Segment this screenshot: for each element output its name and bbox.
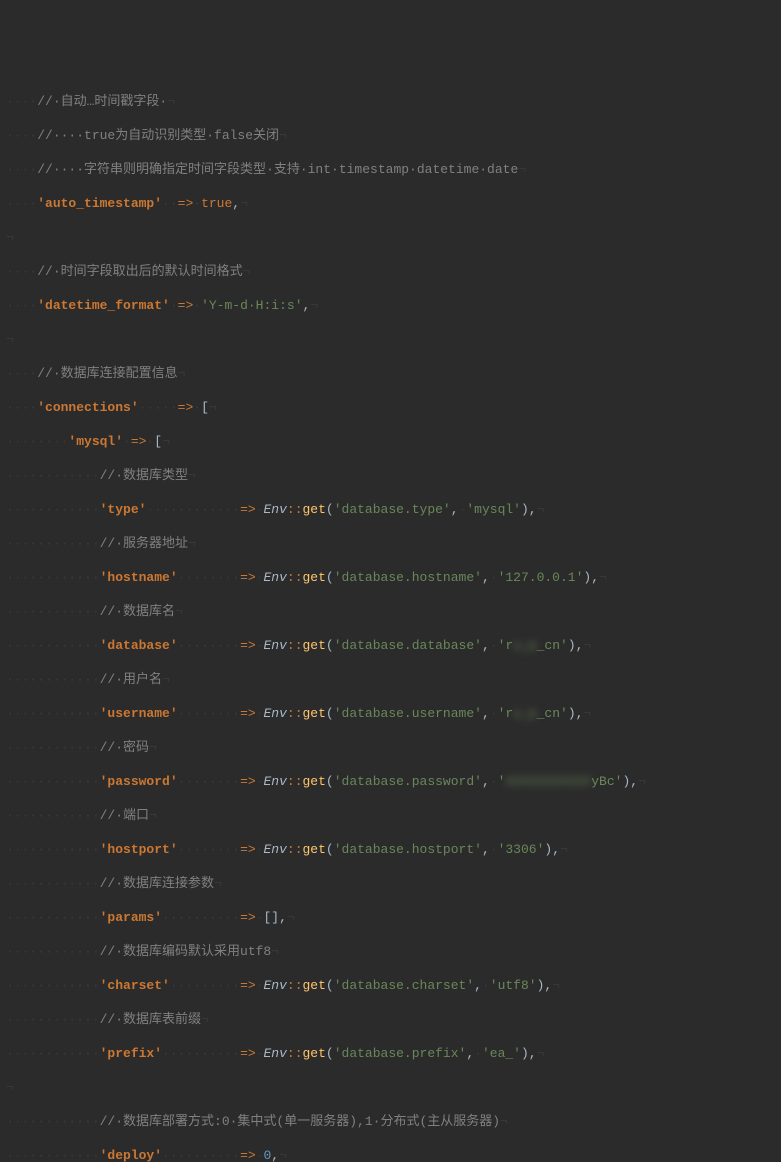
code-line: ············'hostname'········=>·Env::ge…: [0, 569, 781, 586]
code-line: ············'username'········=>·Env::ge…: [0, 705, 781, 722]
code-line: ············'password'········=>·Env::ge…: [0, 773, 781, 790]
code-line: ············//·数据库名¬: [0, 603, 781, 620]
code-line: ············//·数据库类型¬: [0, 467, 781, 484]
code-line: ············//·密码¬: [0, 739, 781, 756]
code-line: ············'params'··········=>·[],¬: [0, 909, 781, 926]
code-line: ············//·数据库连接参数¬: [0, 875, 781, 892]
code-line: ¬: [0, 1079, 781, 1096]
code-line: ············'charset'·········=>·Env::ge…: [0, 977, 781, 994]
code-line: ¬: [0, 229, 781, 246]
code-line: ········'mysql'·=>·[¬: [0, 433, 781, 450]
code-editor[interactable]: ····//·自动…时间戳字段·¬ ····//····true为自动识别类型·…: [0, 76, 781, 1162]
code-line: ············//·数据库编码默认采用utf8¬: [0, 943, 781, 960]
code-line: ············//·数据库表前缀¬: [0, 1011, 781, 1028]
code-line: ············//·端口¬: [0, 807, 781, 824]
code-line: ····//····true为自动识别类型·false关闭¬: [0, 127, 781, 144]
code-line: ············'hostport'········=>·Env::ge…: [0, 841, 781, 858]
code-line: ············'prefix'··········=>·Env::ge…: [0, 1045, 781, 1062]
code-line: ············'database'········=>·Env::ge…: [0, 637, 781, 654]
code-line: ····//····字符串则明确指定时间字段类型·支持·int·timestam…: [0, 161, 781, 178]
code-line: ············//·数据库部署方式:0·集中式(单一服务器),1·分布…: [0, 1113, 781, 1130]
code-line: ············'deploy'··········=>·0,¬: [0, 1147, 781, 1162]
code-line: ····'datetime_format'·=>·'Y-m-d·H:i:s',¬: [0, 297, 781, 314]
code-line: ····//·数据库连接配置信息¬: [0, 365, 781, 382]
code-line: ¬: [0, 331, 781, 348]
code-line: ····'connections'·····=>·[¬: [0, 399, 781, 416]
code-line: ············//·用户名¬: [0, 671, 781, 688]
code-line: ····//·时间字段取出后的默认时间格式¬: [0, 263, 781, 280]
code-line: ····'auto_timestamp'··=>·true,¬: [0, 195, 781, 212]
code-line: ············'type'············=>·Env::ge…: [0, 501, 781, 518]
code-line: ····//·自动…时间戳字段·¬: [0, 93, 781, 110]
code-line: ············//·服务器地址¬: [0, 535, 781, 552]
